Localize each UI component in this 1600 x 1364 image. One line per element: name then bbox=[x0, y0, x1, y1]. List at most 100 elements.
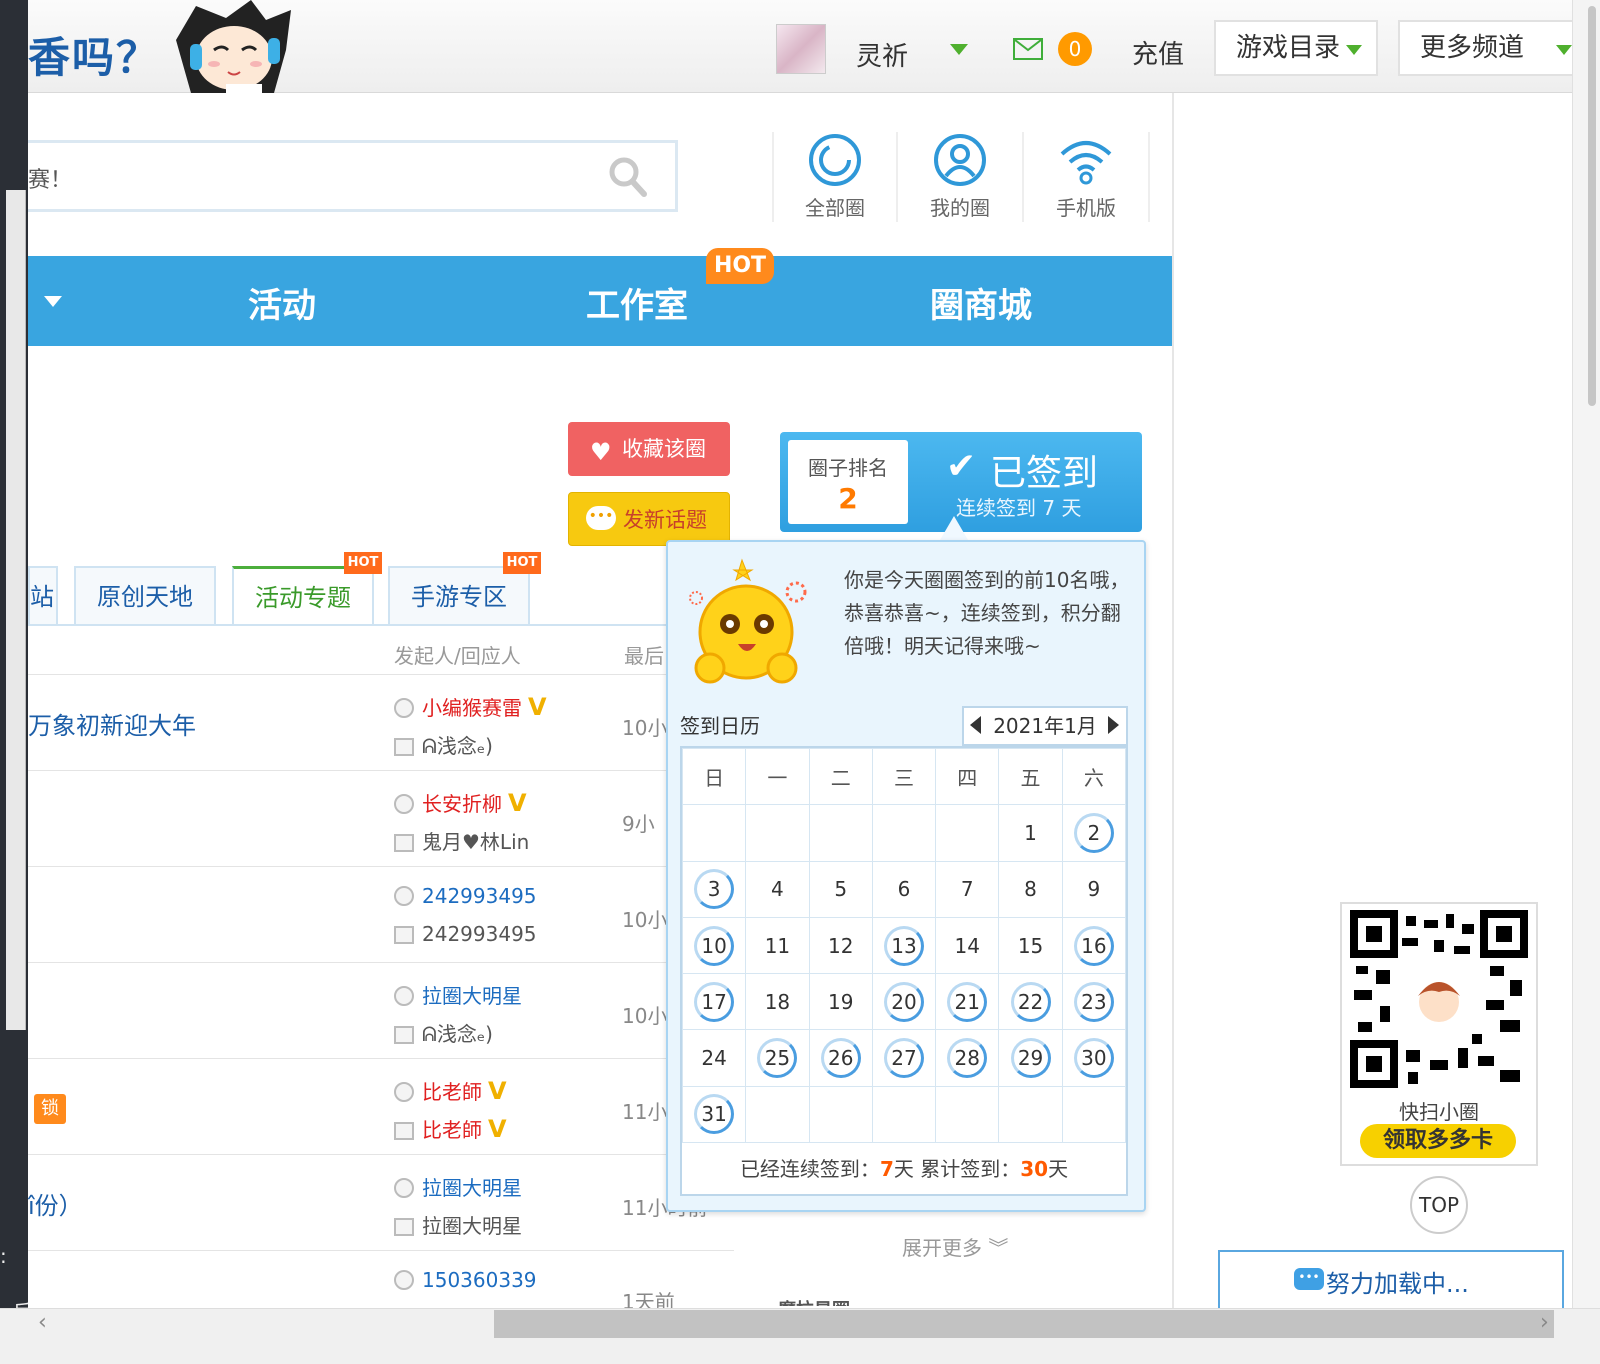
expand-more-link[interactable]: 展开更多 ︾ bbox=[902, 1232, 1008, 1261]
search-input[interactable] bbox=[28, 140, 678, 212]
prev-month-icon[interactable] bbox=[970, 716, 981, 734]
calendar-week-row: 12 bbox=[681, 804, 1127, 862]
signed-day-marker: 30 bbox=[1073, 1038, 1114, 1079]
topic-replier[interactable]: 242993495 bbox=[394, 922, 537, 946]
my-circles-label: 我的圈 bbox=[930, 196, 990, 220]
calendar-day: 1 bbox=[998, 804, 1063, 862]
back-to-top-button[interactable]: TOP bbox=[1410, 1176, 1468, 1234]
tab-activity-topics[interactable]: 活动专题 bbox=[232, 566, 374, 626]
user-avatar[interactable] bbox=[776, 24, 826, 74]
signed-day-marker: 23 bbox=[1073, 981, 1114, 1022]
user-circle-icon bbox=[934, 134, 986, 186]
more-channels-button[interactable]: 更多频道 bbox=[1398, 20, 1588, 76]
topic-title[interactable]: 万象初新迎大年 bbox=[28, 706, 196, 741]
calendar-day: 24 bbox=[681, 1029, 747, 1087]
tabs-divider bbox=[28, 624, 668, 626]
topic-replier[interactable]: 比老師 V bbox=[394, 1114, 507, 1143]
day-number: 8 bbox=[1024, 877, 1037, 902]
reply-icon bbox=[394, 926, 414, 944]
signed-day-marker: 17 bbox=[694, 981, 735, 1022]
month-selector[interactable]: 2021年1月 bbox=[962, 706, 1128, 746]
popup-pointer bbox=[940, 516, 968, 540]
loading-text: 努力加载中... bbox=[1326, 1270, 1469, 1298]
calendar-day: 15 bbox=[998, 916, 1063, 975]
claim-card-button[interactable]: 领取多多卡 bbox=[1360, 1124, 1516, 1158]
right-sidebar bbox=[1172, 93, 1600, 1364]
calendar-day: 29 bbox=[998, 1029, 1063, 1087]
tab-original[interactable]: 原创天地 bbox=[74, 566, 216, 626]
tab-mobile-games[interactable]: 手游专区 bbox=[388, 566, 530, 626]
calendar-days: 1 2 3 4 5 6 7 8 9 10 11 12 13 14 15 16 17 18 19 20 21 22 23 24 2… bbox=[681, 804, 1127, 1144]
calendar-day: 31 bbox=[681, 1085, 747, 1144]
vertical-scrollbar-thumb[interactable] bbox=[1588, 6, 1596, 406]
horizontal-scrollbar-thumb[interactable] bbox=[494, 1310, 1554, 1338]
topic-poster[interactable]: 长安折柳 V bbox=[394, 788, 527, 817]
poster-icon bbox=[394, 1270, 414, 1290]
calendar-day: 3 bbox=[681, 860, 747, 918]
left-edge-text: : bbox=[0, 1244, 7, 1268]
topic-replier[interactable]: ᕱ浅念ₑ) bbox=[394, 1018, 493, 1047]
topic-poster[interactable]: 比老師 V bbox=[394, 1076, 507, 1105]
calendar-day: 13 bbox=[871, 916, 937, 975]
nav-item-activity[interactable]: 活动 bbox=[248, 278, 316, 327]
poster-icon bbox=[394, 1178, 414, 1198]
nav-item-mall[interactable]: 圈商城 bbox=[930, 278, 1032, 327]
calendar-summary: 已经连续签到：7天 累计签到：30天 bbox=[680, 1142, 1128, 1196]
calendar-day: 16 bbox=[1061, 916, 1127, 975]
tab-partial[interactable]: 站 bbox=[28, 566, 58, 626]
signed-day-marker: 25 bbox=[757, 1038, 798, 1079]
qr-code-icon bbox=[1350, 910, 1528, 1088]
nav-item-studio[interactable]: 工作室 bbox=[586, 278, 688, 327]
day-number: 5 bbox=[834, 877, 848, 902]
calendar-day: 17 bbox=[681, 973, 747, 1031]
topic-poster[interactable]: 242993495 bbox=[394, 884, 537, 908]
scroll-right-icon[interactable]: › bbox=[1540, 1310, 1549, 1335]
scroll-left-icon[interactable]: ‹ bbox=[38, 1310, 47, 1335]
mail-count-badge[interactable]: 0 bbox=[1058, 32, 1092, 66]
weekday-label: 六 bbox=[1061, 747, 1127, 806]
day-number: 6 bbox=[897, 877, 911, 902]
topic-title[interactable]: î份） bbox=[28, 1186, 83, 1221]
calendar-day bbox=[745, 1085, 810, 1144]
caret-down-icon[interactable] bbox=[44, 296, 62, 307]
topic-poster[interactable]: 小编猴赛雷 V bbox=[394, 692, 547, 721]
caret-down-icon bbox=[1556, 45, 1572, 55]
mobile-version-link[interactable]: 手机版 bbox=[1024, 132, 1150, 222]
sidebar-section-title: 魔拉星圈 bbox=[778, 1296, 850, 1306]
search-icon[interactable] bbox=[608, 154, 648, 198]
topic-replier[interactable]: ᕱ浅念ₑ) bbox=[394, 730, 493, 759]
day-number: 18 bbox=[764, 989, 791, 1014]
recharge-link[interactable]: 充值 bbox=[1132, 34, 1184, 71]
topic-replier[interactable]: 鬼月♥林Lin bbox=[394, 826, 529, 855]
calendar-week-row: 3 4 5 6 7 8 9 bbox=[681, 860, 1127, 918]
poster-icon bbox=[394, 1082, 414, 1102]
refresh-circle-icon bbox=[809, 134, 861, 186]
calendar-day: 26 bbox=[808, 1029, 873, 1087]
my-circles-link[interactable]: 我的圈 bbox=[898, 132, 1024, 222]
next-month-icon[interactable] bbox=[1108, 716, 1119, 734]
calendar-day: 27 bbox=[871, 1029, 937, 1087]
more-channels-label: 更多频道 bbox=[1420, 33, 1525, 63]
all-circles-link[interactable]: 全部圈 bbox=[772, 132, 898, 222]
signed-day-marker: 20 bbox=[883, 981, 924, 1022]
topic-replier[interactable]: 拉圈大明星 bbox=[394, 1210, 522, 1239]
topic-poster[interactable]: 拉圈大明星 bbox=[394, 980, 522, 1009]
site-logo-text[interactable]: 香吗？ bbox=[28, 24, 160, 85]
poster-icon bbox=[394, 794, 414, 814]
game-directory-button[interactable]: 游戏目录 bbox=[1214, 20, 1378, 76]
signed-day-marker: 10 bbox=[694, 925, 735, 966]
calendar-day: 19 bbox=[808, 973, 873, 1031]
calendar-week-row: 10 11 12 13 14 15 16 bbox=[681, 916, 1127, 975]
topic-poster[interactable]: 拉圈大明星 bbox=[394, 1172, 522, 1201]
topic-poster[interactable]: 150360339 bbox=[394, 1268, 537, 1292]
poster-icon bbox=[394, 986, 414, 1006]
smiley-emoji-icon bbox=[689, 558, 807, 684]
rank-value: 2 bbox=[838, 482, 858, 515]
mail-icon[interactable] bbox=[1013, 38, 1043, 60]
verified-icon: V bbox=[528, 693, 547, 721]
day-number: 24 bbox=[701, 1046, 727, 1071]
weekday-label: 一 bbox=[745, 747, 810, 806]
username[interactable]: 灵祈 bbox=[856, 36, 908, 73]
calendar-day bbox=[871, 804, 937, 862]
caret-down-icon[interactable] bbox=[950, 44, 968, 55]
